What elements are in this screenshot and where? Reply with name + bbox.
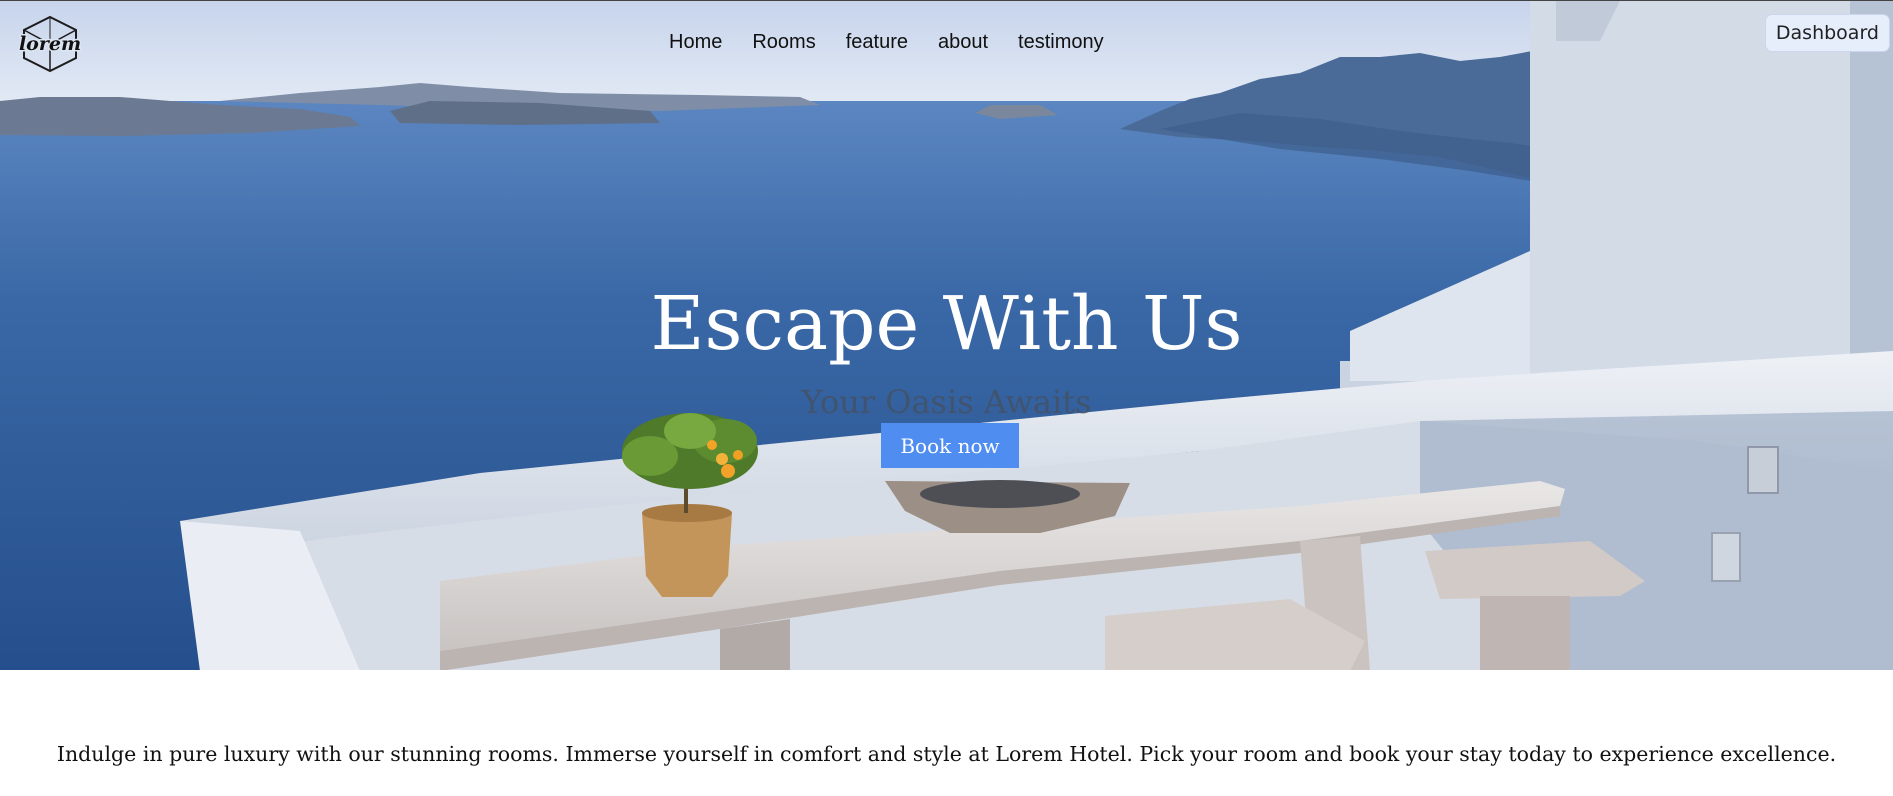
nav-about-link[interactable]: about — [938, 31, 988, 54]
hero-subtitle: Your Oasis Awaits — [801, 383, 1092, 421]
nav-home-link[interactable]: Home — [669, 31, 722, 54]
lorem-logo-icon[interactable]: lorem — [18, 15, 82, 73]
nav-testimony-link[interactable]: testimony — [1018, 31, 1104, 54]
page: lorem Home Rooms feature about testimony… — [0, 0, 1893, 796]
nav-rooms-link[interactable]: Rooms — [752, 31, 815, 54]
main-nav: Home Rooms feature about testimony — [669, 31, 1104, 54]
dashboard-button[interactable]: Dashboard — [1764, 14, 1890, 52]
hero-banner: lorem Home Rooms feature about testimony… — [0, 0, 1893, 670]
book-now-button[interactable]: Book now — [881, 423, 1019, 468]
logo-text: lorem — [19, 33, 81, 55]
nav-feature-link[interactable]: feature — [846, 31, 908, 54]
intro-paragraph: Indulge in pure luxury with our stunning… — [56, 741, 1837, 766]
hero-title: Escape With Us — [650, 281, 1243, 367]
